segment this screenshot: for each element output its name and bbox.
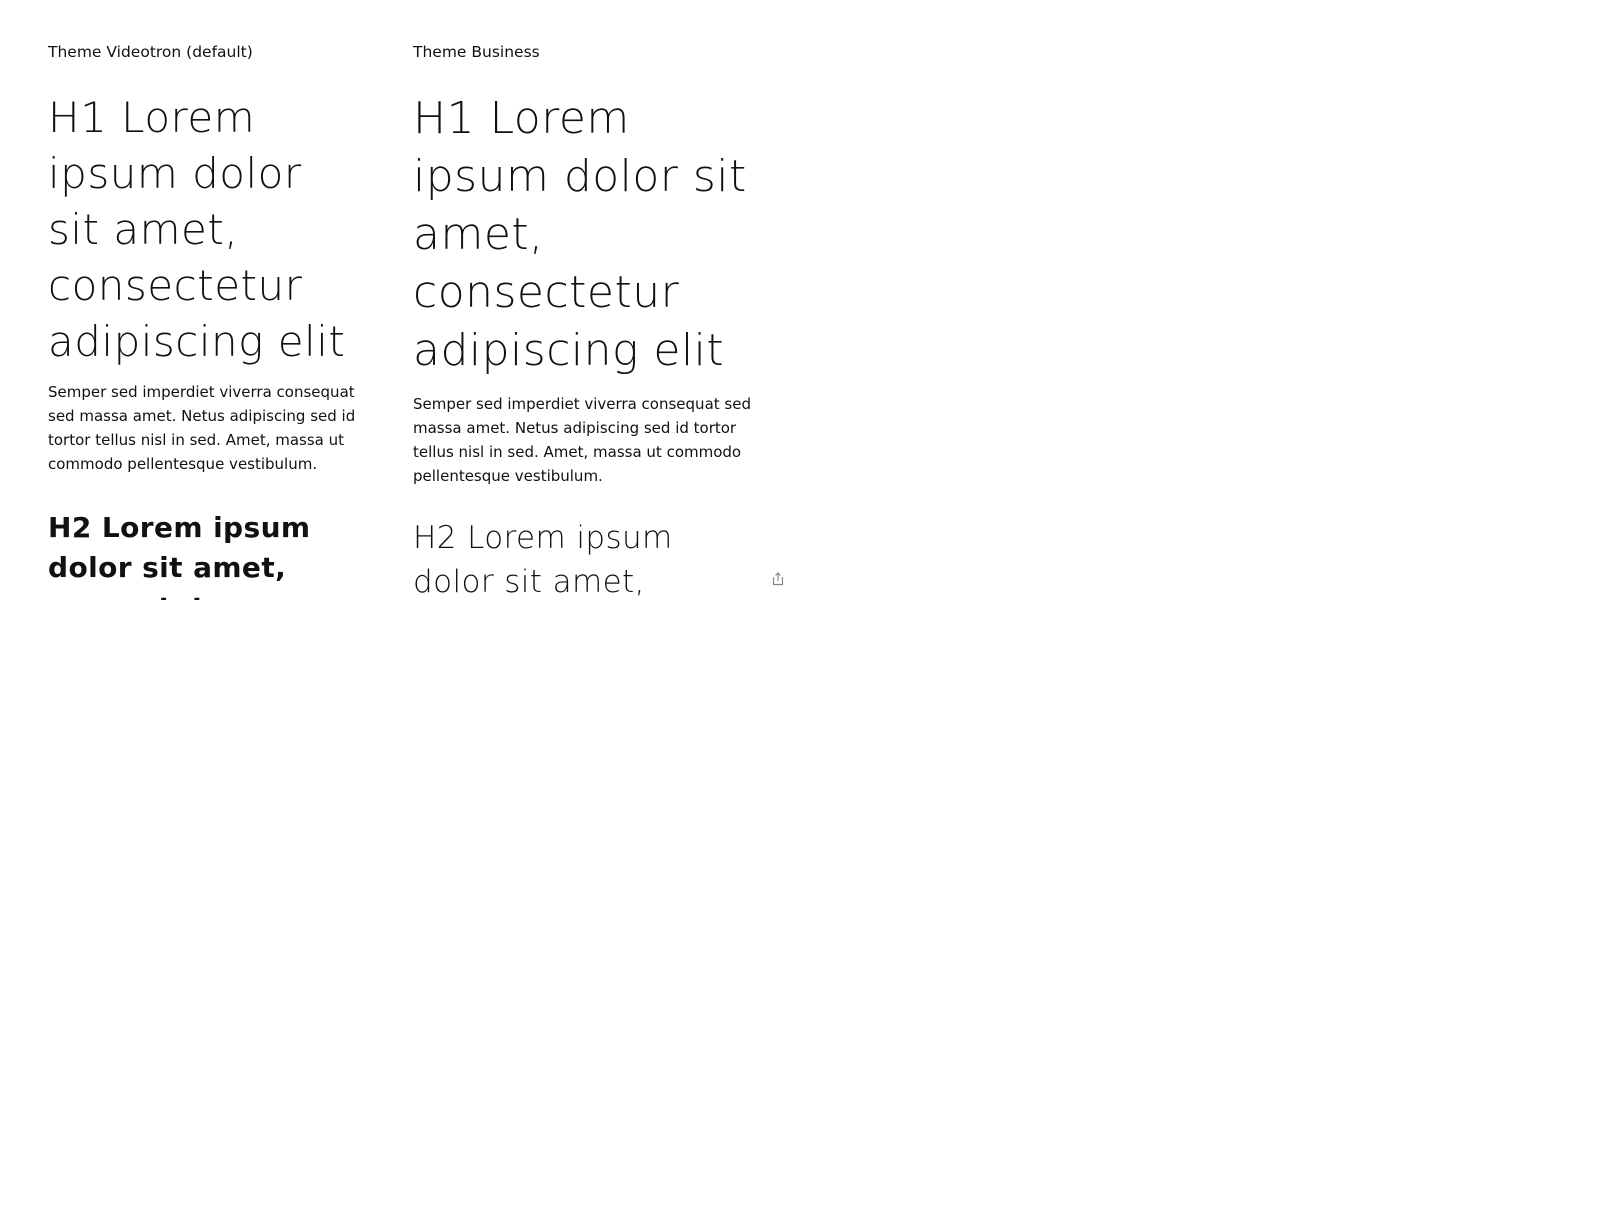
h1-sample: H1 Lorem ipsum dolor sit amet, consectet… xyxy=(48,93,346,366)
h2-sample: H2 Lorem ipsum dolor sit amet, xyxy=(413,520,673,600)
theme-videotron-column: Theme Videotron (default) H1 Lorem ipsum… xyxy=(48,40,360,600)
theme-label: Theme Videotron (default) xyxy=(48,43,253,61)
theme-label: Theme Business xyxy=(413,43,540,61)
body-sample: Semper sed imperdiet viverra consequat s… xyxy=(48,383,356,473)
theme-business-column: Theme Business H1 Lorem ipsum dolor sit … xyxy=(413,40,763,600)
body-sample: Semper sed imperdiet viverra consequat s… xyxy=(413,395,751,485)
h2-sample: H2 Lorem ipsum dolor sit amet, consectet… xyxy=(48,511,311,600)
h1-sample: H1 Lorem ipsum dolor sit amet, consectet… xyxy=(413,93,747,376)
preview-canvas: Theme Videotron (default) H1 Lorem ipsum… xyxy=(0,0,800,600)
share-icon[interactable] xyxy=(770,571,786,587)
